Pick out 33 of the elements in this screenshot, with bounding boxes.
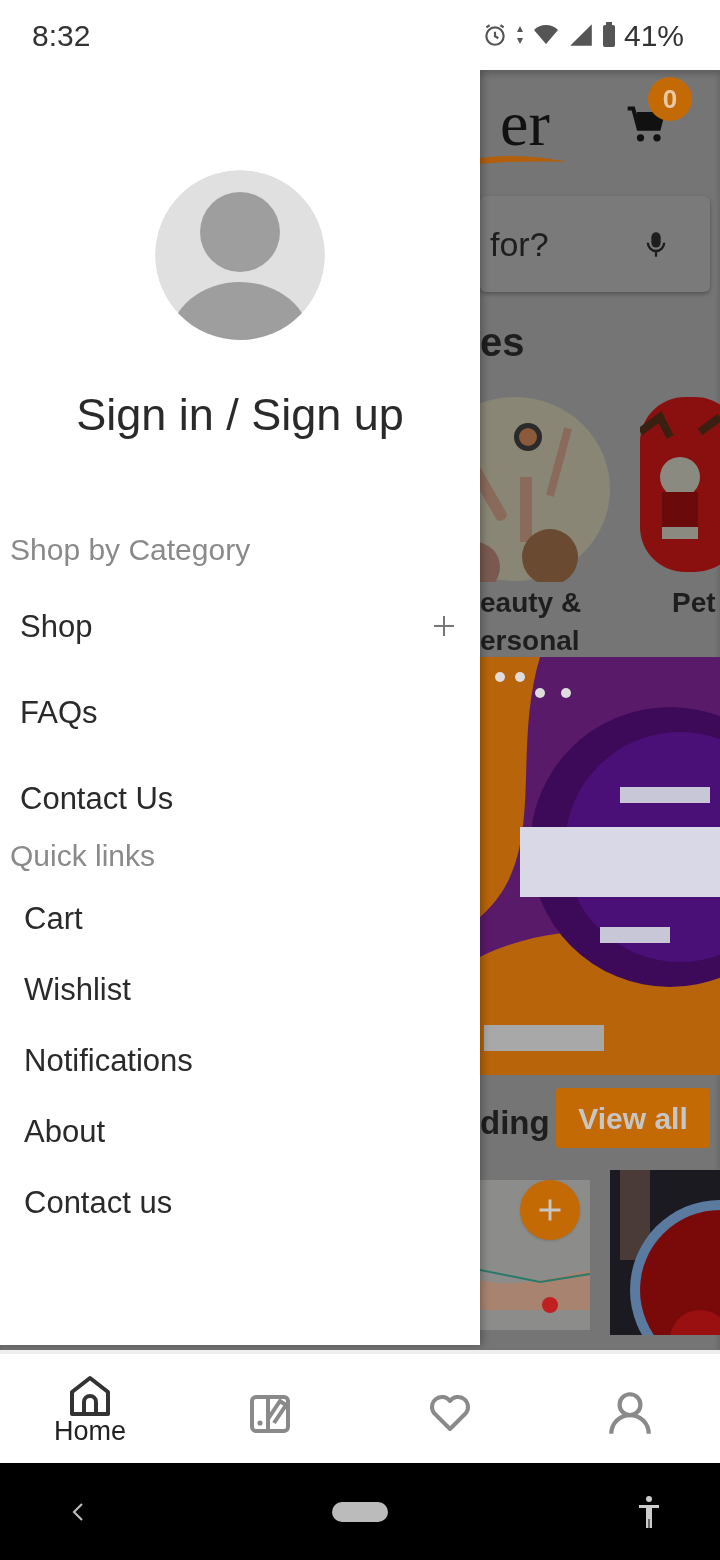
expand-icon[interactable]	[432, 614, 456, 638]
sign-in-link[interactable]: Sign in / Sign up	[76, 392, 404, 437]
cart-count-badge: 0	[648, 77, 692, 121]
status-time: 8:32	[32, 17, 91, 54]
avatar-icon[interactable]	[155, 170, 325, 340]
category-label: Pet	[672, 586, 716, 620]
battery-icon	[601, 22, 616, 48]
battery-percent: 41%	[623, 17, 684, 54]
drawer-menu-item[interactable]: About	[24, 1116, 105, 1147]
category-label: ersonal	[480, 624, 581, 658]
drawer-menu-item[interactable]: Contact Us	[20, 782, 174, 814]
drawer-menu-item[interactable]: Contact us	[24, 1187, 173, 1218]
section-heading: es	[480, 322, 526, 362]
search-bar[interactable]: for?	[480, 196, 710, 292]
drawer-menu-item[interactable]: FAQs	[20, 696, 98, 728]
drawer-menu-item[interactable]: Cart	[24, 903, 83, 934]
accessibility-icon[interactable]	[637, 1494, 661, 1529]
wifi-icon	[531, 24, 560, 46]
section-heading: ding	[480, 1102, 550, 1143]
back-icon[interactable]	[71, 1501, 84, 1522]
section-title: Shop by Category	[9, 535, 252, 565]
data-arrows-icon	[515, 25, 524, 45]
nav-tab[interactable]: Home	[0, 1354, 180, 1463]
drawer-menu-item[interactable]: Shop	[20, 610, 93, 642]
logo-text: er	[500, 98, 550, 150]
search-field[interactable]: for?	[490, 218, 642, 270]
drawer-menu-item[interactable]: Wishlist	[24, 974, 131, 1005]
nav-label: Home	[54, 1418, 126, 1445]
category-label: eauty &	[480, 586, 582, 620]
home-pill-icon[interactable]	[332, 1501, 388, 1522]
signal-icon	[567, 22, 594, 48]
drawer-menu-item[interactable]: Notifications	[24, 1045, 193, 1076]
section-title: Quick links	[9, 841, 157, 871]
